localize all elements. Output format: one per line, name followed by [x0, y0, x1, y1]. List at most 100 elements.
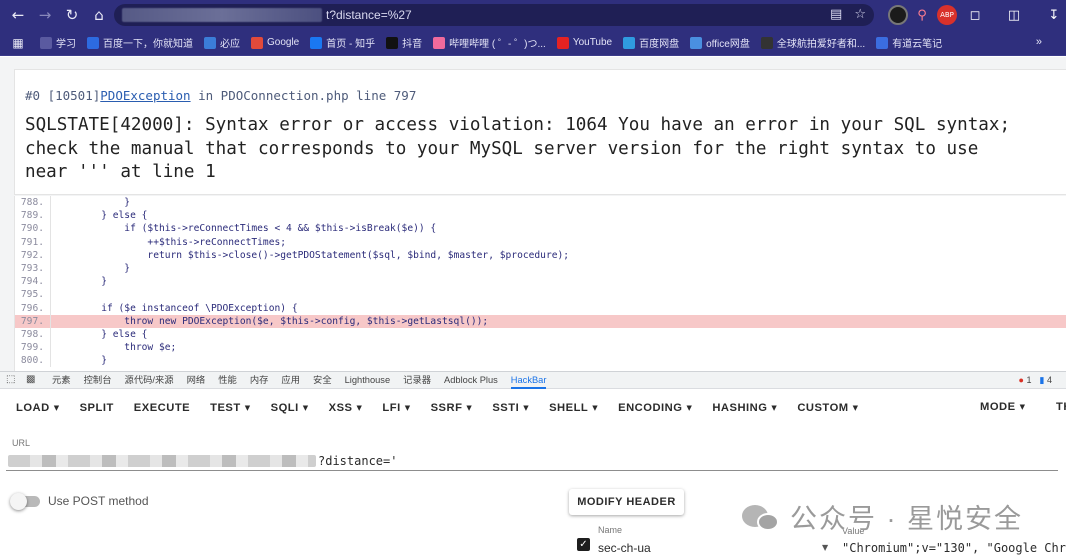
bookmark-label: 全球航拍爱好者和... — [776, 39, 866, 50]
hackbar-menu-button[interactable]: XSS ▼ — [319, 402, 373, 414]
header-enabled-checkbox[interactable]: ✓ — [577, 538, 590, 551]
page-content: #0 [10501]PDOException in PDOConnection.… — [0, 57, 1066, 371]
bookmark-item[interactable]: 学习 — [40, 35, 76, 50]
hackbar-menu-button[interactable]: SHELL ▼ — [539, 402, 608, 414]
translate-icon[interactable]: ▤ — [830, 7, 842, 22]
line-source: return $this->close()->getPDOStatement($… — [55, 249, 570, 261]
hackbar-menu-label: XSS — [328, 402, 353, 414]
bookmark-item[interactable]: 百度网盘 — [623, 35, 679, 50]
sidebar-icon[interactable]: ◫ — [1004, 5, 1024, 25]
inspect-element-icon[interactable]: ⬚ — [6, 374, 20, 386]
devtools-tab[interactable]: 内存 — [250, 371, 269, 389]
bookmark-star-icon[interactable]: ☆ — [854, 7, 866, 22]
hackbar-menu-button[interactable]: CUSTOM ▼ — [787, 402, 868, 414]
hackbar-menu-button[interactable]: HASHING ▼ — [702, 402, 787, 414]
hackbar-menu-label: SSTI — [492, 402, 520, 414]
back-icon[interactable]: ← — [6, 3, 30, 27]
screenshot-root: ← → ↻ ⌂ t?distance=%27 ▤ ☆ ⚲ ABP ◻ ◫ ↧ ▦… — [0, 0, 1066, 558]
bookmark-item[interactable]: 首页 - 知乎 — [310, 35, 375, 50]
mode-label: MODE — [980, 401, 1016, 413]
line-number: 797. — [15, 314, 51, 328]
devtools-tab[interactable]: Adblock Plus — [444, 371, 498, 389]
hackbar-menu-button[interactable]: SPLIT — [70, 402, 124, 414]
exception-header: #0 [10501]PDOException in PDOConnection.… — [14, 69, 1066, 195]
url-input[interactable]: ?distance=' — [6, 453, 1058, 471]
line-number: 795. — [15, 288, 51, 302]
bookmark-item[interactable]: Google — [251, 36, 300, 49]
message-count[interactable]: ▮ 4 — [1040, 375, 1052, 386]
line-source: } else { — [55, 210, 148, 222]
note-icon — [876, 36, 889, 49]
post-method-toggle[interactable] — [10, 493, 40, 510]
value-dropdown-icon[interactable]: ▼ — [822, 543, 828, 552]
download-icon[interactable]: ↧ — [1044, 5, 1064, 25]
more-bookmarks-icon[interactable]: » — [1036, 36, 1042, 48]
address-bar[interactable]: t?distance=%27 ▤ ☆ — [114, 4, 874, 26]
extension-dark-icon[interactable] — [888, 5, 908, 25]
hackbar-menu-button[interactable]: SSRF ▼ — [421, 402, 483, 414]
browser-toolbar: ← → ↻ ⌂ t?distance=%27 ▤ ☆ ⚲ ABP ◻ ◫ ↧ — [0, 0, 1066, 30]
wechat-logo-icon — [742, 501, 782, 533]
error-icon: ● — [1018, 375, 1024, 385]
hackbar-menu-button[interactable]: ENCODING ▼ — [608, 402, 702, 414]
error-count[interactable]: ● 1 — [1019, 375, 1032, 386]
address-bar-actions: ▤ ☆ — [830, 7, 866, 22]
bookmark-item[interactable]: 抖音 — [386, 35, 422, 50]
bilibili-icon — [433, 36, 446, 49]
devtools-tab[interactable]: 性能 — [218, 371, 237, 389]
modify-header-button[interactable]: MODIFY HEADER — [569, 489, 684, 515]
hackbar-menu-button[interactable]: SQLI ▼ — [261, 402, 319, 414]
bookmark-item[interactable]: office网盘 — [690, 35, 750, 50]
bookmark-item[interactable]: 必应 — [204, 35, 240, 50]
line-source: } — [55, 262, 131, 274]
bookmark-label: Google — [267, 37, 300, 48]
header-name-field[interactable]: sec-ch-ua — [598, 541, 651, 555]
reload-icon[interactable]: ↻ — [60, 3, 84, 27]
line-source: } — [55, 197, 131, 208]
devtools-tab[interactable]: 元素 — [52, 371, 71, 389]
hackbar-menu-label: EXECUTE — [133, 402, 191, 414]
theme-label: TH — [1056, 401, 1066, 413]
hackbar-menu-button[interactable]: TEST ▼ — [200, 402, 260, 414]
devtools-tab[interactable]: 记录器 — [403, 371, 431, 389]
bookmark-item[interactable]: 百度一下，你就知道 — [87, 35, 193, 50]
chevron-down-icon: ▼ — [466, 404, 473, 412]
device-toggle-icon[interactable]: ▩ — [26, 374, 40, 386]
search-extension-icon[interactable]: ⚲ — [912, 5, 932, 25]
exception-class-link[interactable]: PDOException — [100, 88, 190, 103]
apps-grid-icon[interactable]: ▦ — [6, 31, 30, 55]
theme-menu-button[interactable]: TH — [1056, 401, 1066, 413]
error-count-value: 1 — [1026, 375, 1032, 385]
line-source: throw $e; — [55, 342, 177, 354]
devtools-tab[interactable]: 网络 — [187, 371, 206, 389]
bookmark-item[interactable]: 哔哩哔哩 ( ゜- ゜)つ... — [433, 35, 546, 50]
hackbar-menu-button[interactable]: LFI ▼ — [372, 402, 420, 414]
adblock-plus-icon[interactable]: ABP — [937, 5, 957, 25]
line-source: } else { — [55, 328, 148, 340]
devtools-tab[interactable]: 控制台 — [84, 371, 112, 389]
bookmark-item[interactable]: 有道云笔记 — [876, 35, 942, 50]
bookmark-item[interactable]: 全球航拍爱好者和... — [760, 35, 866, 50]
extensions-puzzle-icon[interactable]: ◻ — [965, 5, 985, 25]
hackbar-menu-button[interactable]: EXECUTE — [124, 402, 200, 414]
devtools-tab[interactable]: 源代码/来源 — [125, 371, 174, 389]
devtools-tab[interactable]: HackBar — [510, 371, 547, 389]
hackbar-menu-button[interactable]: LOAD ▼ — [6, 402, 70, 414]
hackbar-menu-label: HASHING — [712, 402, 768, 414]
code-line: 799. throw $e; — [15, 341, 1066, 355]
url-label: URL — [12, 438, 31, 448]
devtools-tab[interactable]: 应用 — [281, 371, 300, 389]
forward-icon[interactable]: → — [33, 3, 57, 27]
code-line: 790. if ($this->reConnectTimes < 4 && $t… — [15, 222, 1066, 236]
hackbar-menu-button[interactable]: SSTI ▼ — [482, 402, 539, 414]
mode-menu-button[interactable]: MODE ▼ — [980, 401, 1025, 413]
devtools-tab[interactable]: Lighthouse — [345, 371, 391, 389]
hackbar-menu-label: SPLIT — [79, 402, 114, 414]
chevron-down-icon: ▼ — [523, 404, 530, 412]
devtools-tab[interactable]: 安全 — [313, 371, 332, 389]
home-icon[interactable]: ⌂ — [87, 3, 111, 27]
header-name-label: Name — [598, 525, 623, 535]
baidu-icon — [87, 36, 99, 49]
header-value-field[interactable]: "Chromium";v="130", "Google Chrom — [842, 541, 1066, 555]
bookmark-item[interactable]: YouTube — [556, 36, 612, 49]
